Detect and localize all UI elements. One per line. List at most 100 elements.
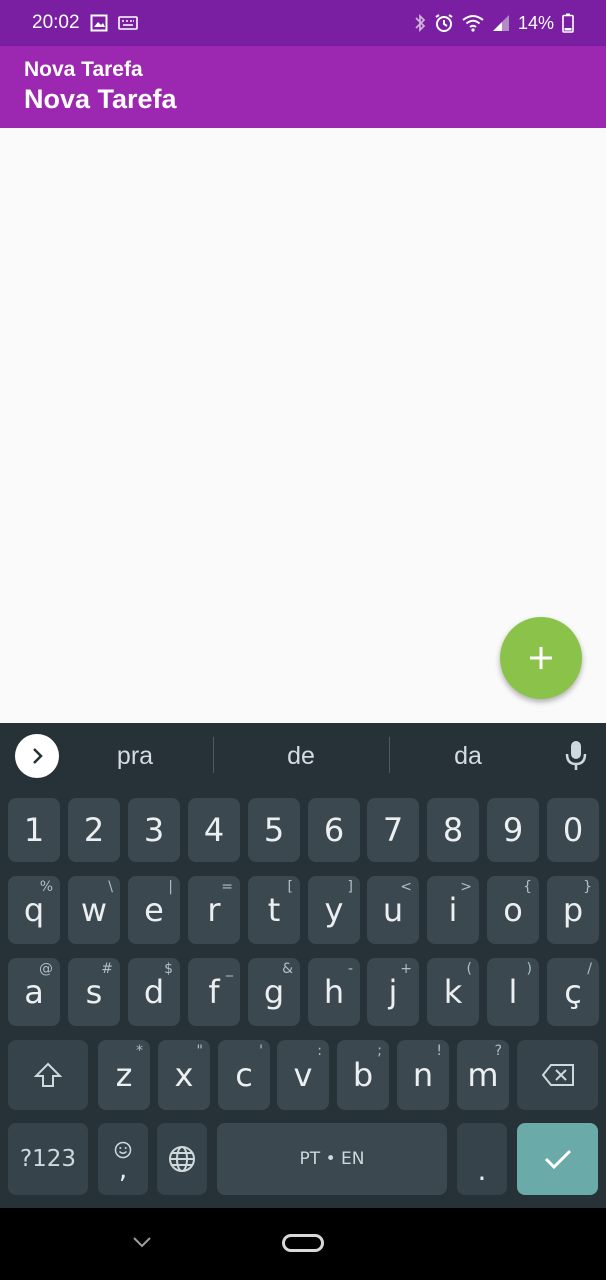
language-key[interactable] <box>157 1123 207 1195</box>
key-m[interactable]: m? <box>457 1040 509 1110</box>
key-t-label: t <box>267 891 281 929</box>
key-w[interactable]: w \ <box>68 876 120 944</box>
key-b-hint: ; <box>377 1043 382 1059</box>
key-y[interactable]: y] <box>308 876 360 944</box>
wifi-icon <box>462 14 484 32</box>
backspace-icon <box>541 1063 575 1087</box>
key-c-label: c <box>235 1056 253 1094</box>
image-icon <box>90 14 108 32</box>
key-w-label: w <box>80 891 108 929</box>
key-k[interactable]: k( <box>427 958 479 1026</box>
key-9[interactable]: 9 <box>487 798 539 862</box>
key-a-hint: @ <box>39 961 53 977</box>
key-x[interactable]: x " <box>158 1040 210 1110</box>
plus-icon <box>528 645 554 671</box>
comma-key[interactable]: , <box>98 1123 148 1195</box>
keyboard-icon <box>117 16 138 30</box>
key-w-hint: \ <box>108 879 113 895</box>
key-q-hint: % <box>39 879 53 895</box>
suggestion-3[interactable]: da <box>390 723 546 789</box>
key-o-label: o <box>503 891 523 929</box>
key-a-label: a <box>24 973 44 1011</box>
key-6[interactable]: 6 <box>308 798 360 862</box>
key-v[interactable]: v: <box>277 1040 329 1110</box>
mic-icon[interactable] <box>558 737 594 775</box>
space-key-label: PT • EN <box>299 1149 365 1169</box>
key-p[interactable]: p} <box>547 876 599 944</box>
key-x-hint: " <box>196 1043 203 1059</box>
key-ç[interactable]: ç / <box>547 958 599 1026</box>
period-key[interactable]: . <box>457 1123 507 1195</box>
suggestion-1[interactable]: pra <box>60 723 210 789</box>
key-i-hint: > <box>460 879 472 895</box>
key-7[interactable]: 7 <box>367 798 419 862</box>
key-a[interactable]: a @ <box>8 958 60 1026</box>
key-o-hint: { <box>523 879 532 895</box>
key-1[interactable]: 1 <box>8 798 60 862</box>
key-x-label: x <box>174 1056 194 1094</box>
key-c-hint: ' <box>259 1043 263 1059</box>
key-u[interactable]: u < <box>367 876 419 944</box>
key-0-label: 0 <box>562 811 584 849</box>
suggestion-bar: pra de da <box>0 723 606 789</box>
key-n-hint: ! <box>436 1043 442 1059</box>
key-n[interactable]: n! <box>397 1040 449 1110</box>
key-f-hint: _ <box>226 961 233 977</box>
navigation-bar <box>0 1208 606 1280</box>
chevron-down-icon[interactable] <box>130 1230 154 1254</box>
key-ç-hint: / <box>587 961 592 977</box>
key-e[interactable]: e | <box>128 876 180 944</box>
key-v-hint: : <box>317 1043 322 1059</box>
key-g-label: g <box>263 973 285 1011</box>
key-l[interactable]: l) <box>487 958 539 1026</box>
battery-icon <box>562 13 574 33</box>
battery-percentage: 14% <box>517 12 554 33</box>
key-j-hint: + <box>400 961 412 977</box>
key-c[interactable]: c ' <box>218 1040 270 1110</box>
key-b-label: b <box>352 1056 374 1094</box>
key-6-label: 6 <box>323 811 345 849</box>
page-title: Nova Tarefa <box>24 84 177 114</box>
key-j[interactable]: j + <box>367 958 419 1026</box>
key-s[interactable]: s # <box>68 958 120 1026</box>
key-ç-label: ç <box>564 973 582 1011</box>
key-z[interactable]: z * <box>98 1040 150 1110</box>
key-r[interactable]: r = <box>188 876 240 944</box>
key-y-label: y <box>324 891 344 929</box>
key-g[interactable]: g & <box>248 958 300 1026</box>
key-m-hint: ? <box>494 1043 502 1059</box>
key-0[interactable]: 0 <box>547 798 599 862</box>
add-task-button[interactable] <box>500 617 582 699</box>
symbols-key[interactable]: ?123 <box>8 1123 88 1195</box>
key-9-label: 9 <box>502 811 524 849</box>
key-3[interactable]: 3 <box>128 798 180 862</box>
key-8-label: 8 <box>442 811 464 849</box>
key-b[interactable]: b; <box>337 1040 389 1110</box>
key-2[interactable]: 2 <box>68 798 120 862</box>
key-h[interactable]: h- <box>308 958 360 1026</box>
key-f[interactable]: f _ <box>188 958 240 1026</box>
key-5[interactable]: 5 <box>248 798 300 862</box>
key-z-label: z <box>115 1056 133 1094</box>
backspace-key[interactable] <box>517 1040 598 1110</box>
key-2-label: 2 <box>83 811 105 849</box>
key-j-label: j <box>388 973 398 1011</box>
key-q[interactable]: q% <box>8 876 60 944</box>
key-p-hint: } <box>583 879 592 895</box>
suggestion-2[interactable]: de <box>214 723 388 789</box>
comma-key-label: , <box>118 1155 128 1185</box>
home-button[interactable] <box>282 1234 324 1252</box>
bluetooth-icon <box>414 13 426 33</box>
status-time: 20:02 <box>32 12 80 33</box>
key-d[interactable]: d $ <box>128 958 180 1026</box>
key-4[interactable]: 4 <box>188 798 240 862</box>
key-o[interactable]: o{ <box>487 876 539 944</box>
expand-toolbar-button[interactable] <box>15 734 59 778</box>
key-i[interactable]: i > <box>427 876 479 944</box>
key-8[interactable]: 8 <box>427 798 479 862</box>
enter-key[interactable] <box>517 1123 598 1195</box>
shift-icon <box>34 1062 62 1088</box>
key-t[interactable]: t[ <box>248 876 300 944</box>
space-key[interactable]: PT • EN <box>217 1123 447 1195</box>
shift-key[interactable] <box>8 1040 88 1110</box>
